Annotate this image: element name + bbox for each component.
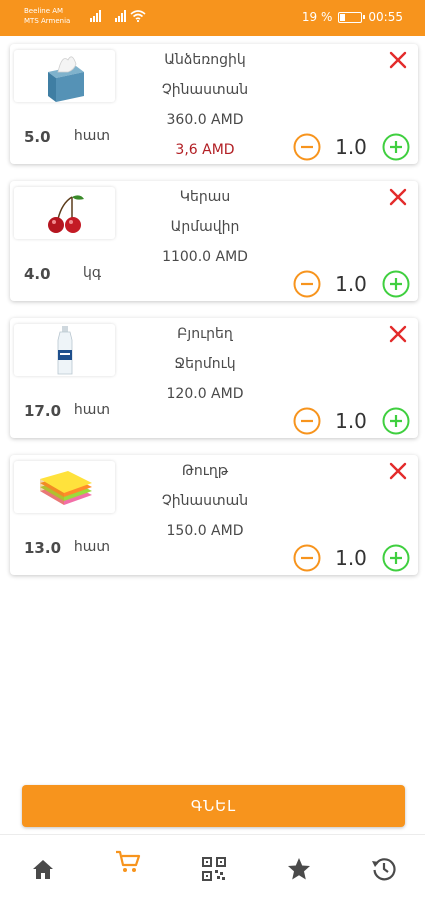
increase-quantity-button[interactable] [382,544,410,572]
decrease-quantity-button[interactable] [293,270,321,298]
product-image [14,187,115,239]
item-count: 1.0 [335,409,367,433]
status-bar: Beeline AM MTS Armenia 19 % 00:55 [0,0,425,36]
decrease-quantity-button[interactable] [293,544,321,572]
history-icon[interactable] [370,855,398,883]
product-name: Բյուրեղ [177,326,233,342]
remove-item-icon[interactable] [388,187,408,207]
decrease-quantity-button[interactable] [293,407,321,435]
tissue-box-icon [48,56,84,102]
product-price: 120.0 AMD [166,386,244,402]
signal-icons [90,10,146,22]
signal-1-icon [90,10,101,22]
increase-quantity-button[interactable] [382,133,410,161]
cart-item: 5.0 հատ Անձեռոցիկ Չինաստան 360.0 AMD 3,6… [10,44,418,164]
carrier-1: Beeline AM [24,7,64,15]
increase-quantity-button[interactable] [382,407,410,435]
buy-button[interactable]: ԳՆԵԼ [22,785,405,827]
cart-item: 17.0 հատ Բյուրեղ Ջերմուկ 120.0 AMD 1.0 [10,318,418,438]
product-name: Կերաս [179,189,231,205]
wifi-icon [130,10,146,22]
product-name: Թուղթ [181,463,229,479]
stock-quantity: 17.0 [24,402,62,420]
signal-2-icon [115,10,126,22]
stock-quantity: 13.0 [24,539,62,557]
increase-quantity-button[interactable] [382,270,410,298]
remove-item-icon[interactable] [388,50,408,70]
item-count: 1.0 [335,546,367,570]
stock-quantity: 4.0 [24,265,51,283]
carrier-info: Beeline AM MTS Armenia [24,6,70,26]
clock: 00:55 [368,10,403,24]
star-icon[interactable] [285,855,313,883]
product-image [14,324,115,376]
cart-item: 13.0 հատ Թուղթ Չինաստան 150.0 AMD 1.0 [10,455,418,575]
product-price: 360.0 AMD [166,112,244,128]
battery-icon [338,11,366,23]
product-price: 150.0 AMD [166,523,244,539]
product-origin: Ջերմուկ [174,356,236,372]
product-image [14,50,115,102]
cart-item: 4.0 կգ Կերաս Արմավիր 1100.0 AMD 1.0 [10,181,418,301]
decrease-quantity-button[interactable] [293,133,321,161]
stock-quantity: 5.0 [24,128,51,146]
bottom-navigation [0,834,425,900]
cherry-icon [48,195,84,233]
product-price: 1100.0 AMD [162,249,248,265]
cart-icon[interactable] [114,847,142,875]
remove-item-icon[interactable] [388,461,408,481]
carrier-2: MTS Armenia [24,17,71,25]
status-right: 19 % 00:55 [302,10,403,24]
sticky-notes-icon [40,471,92,505]
remove-item-icon[interactable] [388,324,408,344]
product-image [14,461,115,513]
item-count: 1.0 [335,135,367,159]
qr-code-icon[interactable] [200,855,228,883]
item-count: 1.0 [335,272,367,296]
stock-unit: հատ [73,539,111,555]
product-origin: Արմավիր [170,219,240,235]
product-origin: Չինաստան [161,82,249,98]
stock-unit: հատ [73,402,111,418]
stock-unit: հատ [73,128,111,144]
discount-price: 3,6 AMD [175,142,235,158]
water-bottle-icon [57,326,73,375]
battery-percent: 19 % [301,10,333,24]
home-icon[interactable] [29,855,57,883]
stock-unit: կգ [82,265,102,281]
product-origin: Չինաստան [161,493,249,509]
product-name: Անձեռոցիկ [164,52,246,68]
